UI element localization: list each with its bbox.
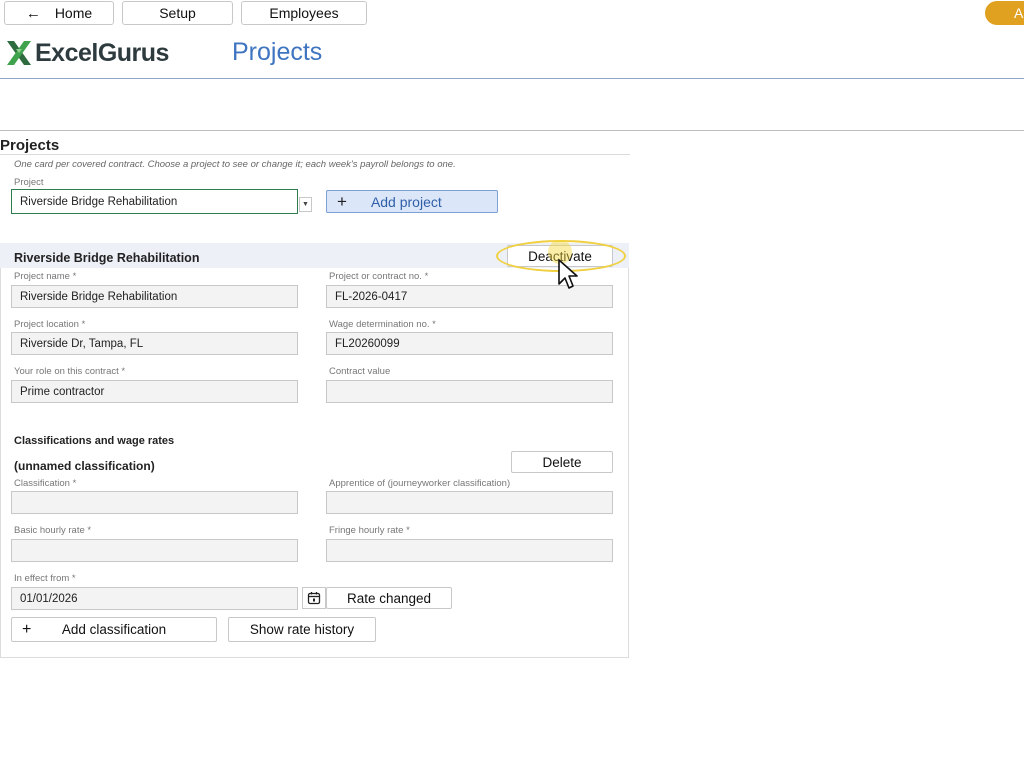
- calendar-icon[interactable]: [302, 587, 326, 609]
- location-label: Project location *: [14, 319, 86, 330]
- apprentice-label: Apprentice of (journeyworker classificat…: [329, 478, 511, 489]
- show-rate-history-button[interactable]: Show rate history: [228, 617, 376, 642]
- contract-value-label: Contract value: [329, 366, 391, 377]
- logo: ExcelGurus: [5, 38, 169, 68]
- wage-determination-field[interactable]: FL20260099: [326, 332, 613, 355]
- account-button[interactable]: A: [985, 1, 1024, 25]
- classification-label: Classification *: [14, 478, 77, 489]
- project-name-label: Project name *: [14, 271, 77, 282]
- logo-text: ExcelGurus: [35, 38, 169, 67]
- chevron-down-icon[interactable]: ▼: [299, 197, 312, 212]
- contract-no-label: Project or contract no. *: [329, 271, 429, 282]
- employees-button[interactable]: Employees: [241, 1, 367, 25]
- role-label: Your role on this contract *: [14, 366, 126, 377]
- basic-rate-label: Basic hourly rate *: [14, 525, 92, 536]
- fringe-rate-field[interactable]: [326, 539, 613, 562]
- setup-button[interactable]: Setup: [122, 1, 233, 25]
- project-name-field[interactable]: Riverside Bridge Rehabilitation: [11, 285, 298, 308]
- header-divider: [0, 78, 1024, 79]
- location-field[interactable]: Riverside Dr, Tampa, FL: [11, 332, 298, 355]
- section-title: Projects: [0, 137, 60, 154]
- effective-date-field[interactable]: 01/01/2026: [11, 587, 298, 610]
- plus-icon: +: [337, 191, 347, 211]
- apprentice-field[interactable]: [326, 491, 613, 514]
- project-card-title: Riverside Bridge Rehabilitation: [14, 251, 200, 265]
- contract-value-field[interactable]: [326, 380, 613, 403]
- rate-changed-button[interactable]: Rate changed: [326, 587, 452, 609]
- add-classification-button[interactable]: + Add classification: [11, 617, 217, 642]
- home-button[interactable]: ← Home: [4, 1, 114, 25]
- classifications-heading: Classifications and wage rates: [14, 435, 175, 447]
- delete-classification-button[interactable]: Delete: [511, 451, 613, 473]
- mouse-pointer-icon: [558, 259, 578, 289]
- section-title-underline: [0, 154, 630, 155]
- project-select[interactable]: Riverside Bridge Rehabilitation: [11, 189, 298, 214]
- add-project-button[interactable]: + Add project: [326, 190, 498, 213]
- plus-icon: +: [22, 620, 32, 638]
- page-title: Projects: [232, 38, 323, 66]
- excelgurus-logo-icon: [7, 41, 31, 65]
- basic-rate-field[interactable]: [11, 539, 298, 562]
- add-classification-label: Add classification: [61, 622, 167, 637]
- role-field[interactable]: Prime contractor: [11, 380, 298, 403]
- fringe-rate-label: Fringe hourly rate *: [329, 525, 410, 536]
- add-project-label: Add project: [370, 193, 442, 210]
- section-divider: [0, 130, 1024, 131]
- account-initial: A: [1014, 5, 1024, 21]
- home-label: Home: [54, 5, 93, 21]
- classification-field[interactable]: [11, 491, 298, 514]
- effective-date-label: In effect from *: [14, 573, 76, 584]
- back-arrow-icon: ←: [25, 4, 41, 22]
- wage-determination-label: Wage determination no. *: [329, 319, 436, 330]
- project-select-label: Project: [14, 177, 44, 188]
- section-description: One card per covered contract. Choose a …: [14, 159, 456, 170]
- classification-title: (unnamed classification): [14, 459, 155, 473]
